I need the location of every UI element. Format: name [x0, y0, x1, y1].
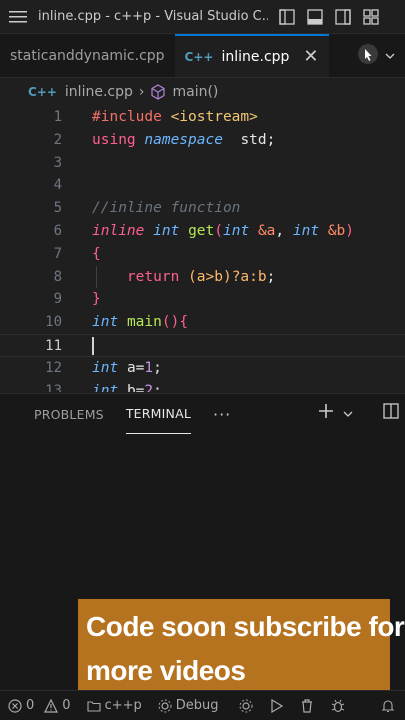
code-line: 9}: [53, 291, 101, 308]
play-icon[interactable]: [270, 698, 283, 713]
title-bar: inline.cpp - c++p - Visual Studio C...: [0, 0, 405, 34]
tab-label: inline.cpp: [221, 48, 290, 65]
gear-icon: [158, 699, 172, 712]
code-editor[interactable]: 1 #include <iostream> 2 using namespace st…: [0, 106, 405, 392]
breadcrumb-file[interactable]: inline.cpp: [65, 84, 133, 100]
code-line: 3: [53, 154, 62, 171]
window-title: inline.cpp - c++p - Visual Studio C...: [38, 9, 268, 24]
cpp-file-icon: C++: [184, 49, 214, 64]
close-icon[interactable]: ✕: [303, 46, 318, 67]
toggle-sidebar-icon[interactable]: [276, 6, 298, 28]
error-icon: [8, 698, 22, 713]
language-indicator[interactable]: c++p: [87, 698, 142, 713]
code-line: 13 int b=2;: [45, 382, 162, 392]
errors-indicator[interactable]: 0 0: [8, 698, 71, 713]
video-caption: Code soon subscribe for more videos: [78, 599, 405, 697]
debug-indicator[interactable]: Debug: [158, 698, 219, 713]
more-actions-icon[interactable]: ···: [213, 405, 231, 424]
code-line: 4: [53, 177, 62, 194]
toggle-panel-icon[interactable]: [304, 6, 326, 28]
code-line: 10 int main(){: [45, 314, 189, 331]
chevron-down-icon[interactable]: [385, 46, 395, 65]
text-cursor: [92, 336, 94, 355]
code-line: 1 #include <iostream>: [53, 109, 258, 125]
caption-line-2: more videos: [86, 649, 246, 693]
add-terminal-icon[interactable]: [317, 402, 335, 424]
caption-line-1: Code soon subscribe for: [86, 611, 405, 642]
cube-icon: [150, 84, 166, 100]
code-line: 8 return (a>b)?a:b;: [0, 265, 405, 289]
code-line-current: 11: [0, 333, 405, 357]
tab-staticanddynamic[interactable]: staticanddynamic.cpp: [0, 34, 175, 77]
code-line: 7{: [53, 245, 101, 262]
tab-terminal[interactable]: TERMINAL: [125, 394, 191, 434]
warning-icon: [44, 698, 59, 713]
editor-tabs: staticanddynamic.cpp C++ inline.cpp ✕: [0, 34, 405, 78]
folder-icon: [87, 700, 101, 712]
code-line: 2 using namespace std;: [53, 131, 276, 148]
code-line: 12 int a=1;: [45, 359, 162, 376]
chevron-down-icon[interactable]: [343, 404, 353, 423]
bug-icon[interactable]: [331, 699, 345, 713]
status-bar: 0 0 c++p Debug: [0, 690, 405, 720]
code-line: 6 inline int get(int &a, int &b): [53, 222, 355, 239]
breadcrumb-symbol[interactable]: main(): [172, 84, 218, 100]
split-terminal-icon[interactable]: [383, 403, 399, 423]
trash-icon[interactable]: [301, 698, 313, 713]
tab-inline[interactable]: C++ inline.cpp ✕: [174, 34, 329, 77]
toggle-secondary-sidebar-icon[interactable]: [332, 6, 354, 28]
chevron-right-icon: ›: [138, 84, 145, 100]
tab-label: staticanddynamic.cpp: [10, 47, 165, 64]
code-line: 5//inline function: [53, 200, 241, 217]
settings-icon[interactable]: [239, 699, 253, 713]
notifications-icon[interactable]: [381, 699, 395, 713]
run-icon[interactable]: [357, 43, 379, 69]
customize-layout-icon[interactable]: [360, 6, 382, 28]
tab-problems[interactable]: PROBLEMS: [34, 394, 104, 434]
cpp-file-icon: C++: [28, 85, 57, 99]
breadcrumb: C++ inline.cpp › main(): [0, 78, 405, 106]
hamburger-menu-icon[interactable]: [0, 0, 36, 34]
